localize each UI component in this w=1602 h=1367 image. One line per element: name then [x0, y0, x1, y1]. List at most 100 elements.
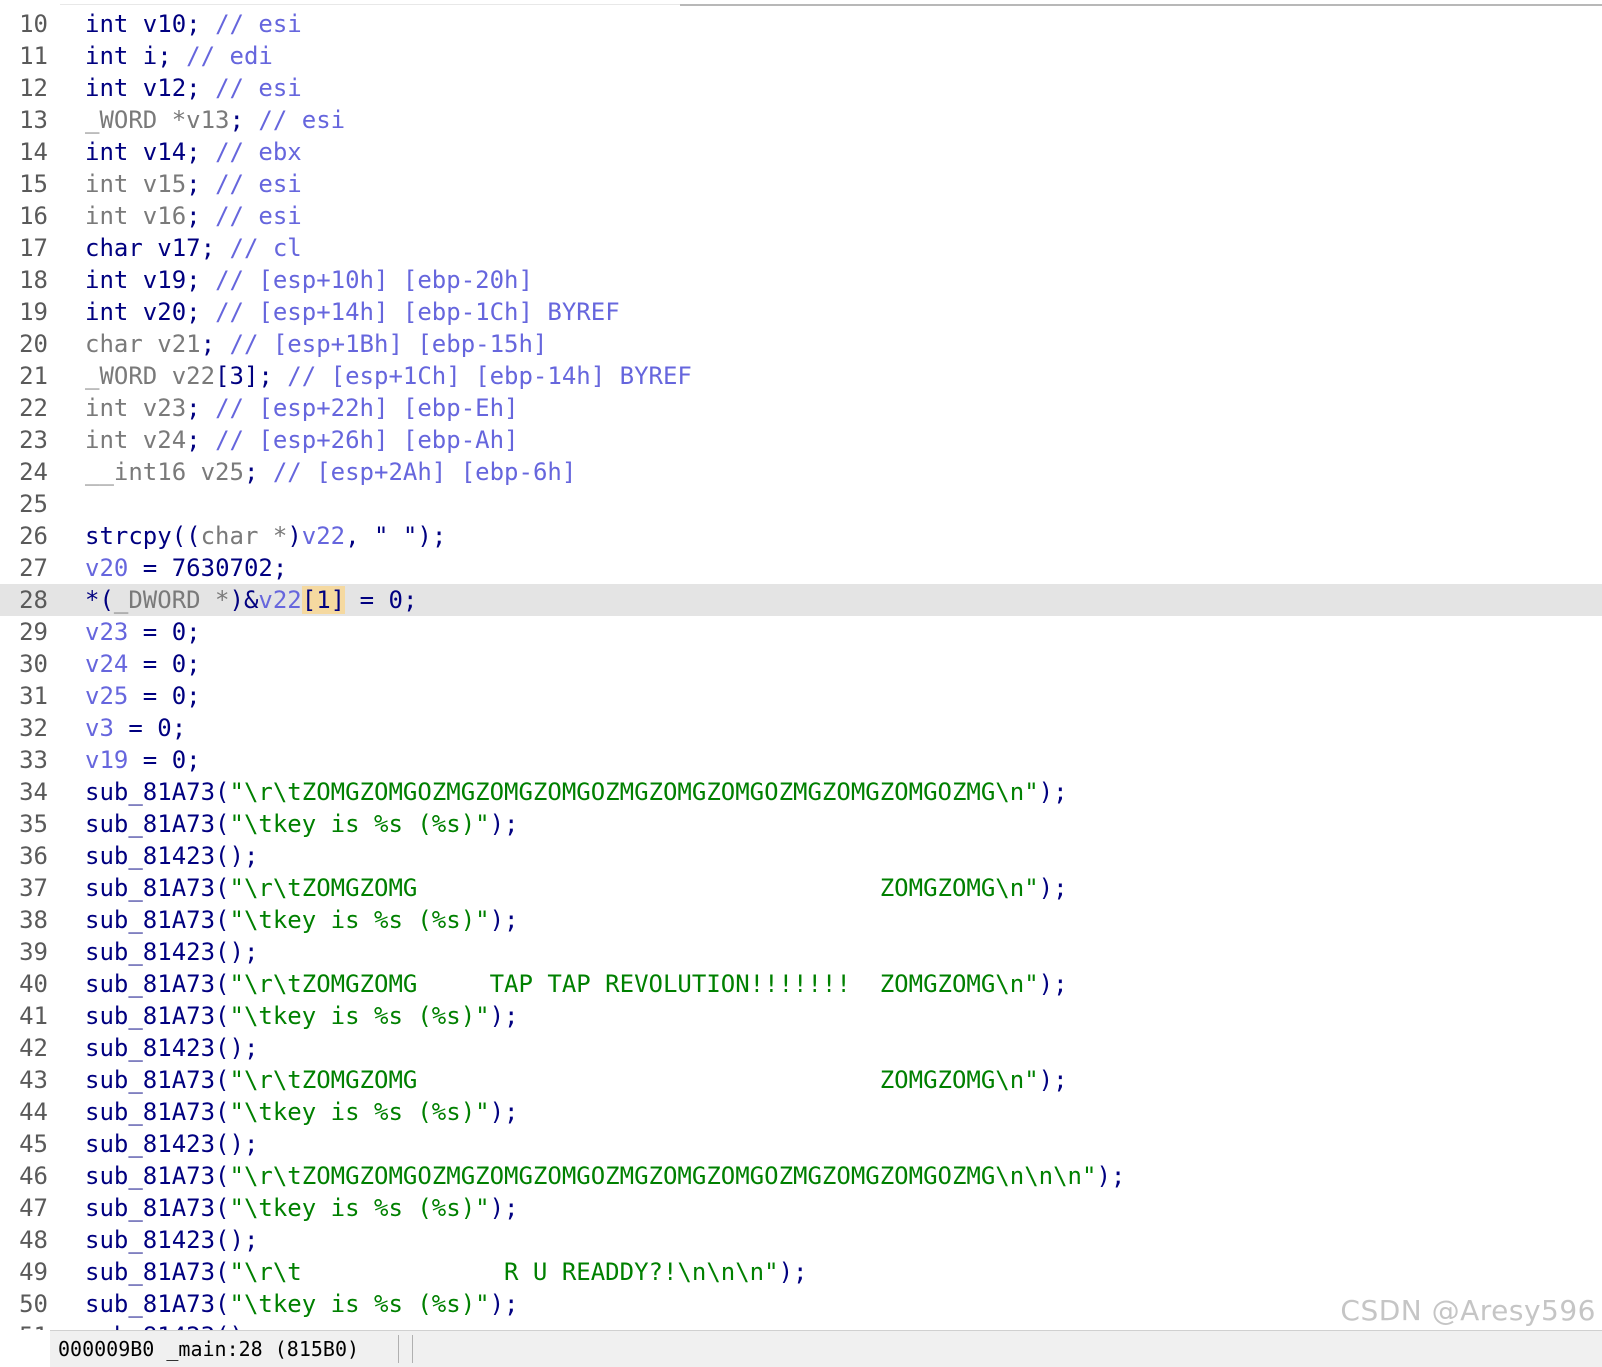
- code-token[interactable]: , " ");: [345, 522, 446, 550]
- code-token[interactable]: // [esp+26h] [ebp-Ah]: [215, 426, 518, 454]
- code-line[interactable]: 27 v20 = 7630702;: [0, 552, 1602, 584]
- line-code[interactable]: int v10; // esi: [85, 8, 302, 40]
- line-code[interactable]: sub_81A73("\r\tZOMGZOMG ZOMGZOMG\n");: [85, 872, 1068, 904]
- code-token[interactable]: sub_81A73: [85, 810, 215, 838]
- line-code[interactable]: v24 = 0;: [85, 648, 201, 680]
- code-token[interactable]: (: [215, 906, 229, 934]
- code-line[interactable]: 16 int v16; // esi: [0, 200, 1602, 232]
- code-token[interactable]: (: [215, 1194, 229, 1222]
- line-code[interactable]: sub_81423();: [85, 840, 258, 872]
- code-token[interactable]: // [esp+1Ch] [ebp-14h] BYREF: [287, 362, 692, 390]
- code-token[interactable]: );: [1096, 1162, 1125, 1190]
- line-code[interactable]: v19 = 0;: [85, 744, 201, 776]
- line-code[interactable]: sub_81A73("\r\tZOMGZOMGOZMGZOMGZOMGOZMGZ…: [85, 1160, 1125, 1192]
- code-token[interactable]: ;: [186, 74, 215, 102]
- code-token[interactable]: sub_81A73: [85, 906, 215, 934]
- line-code[interactable]: *(_DWORD *)&v22[1] = 0;: [85, 584, 417, 616]
- code-token[interactable]: );: [1039, 778, 1068, 806]
- code-token[interactable]: (: [215, 1258, 229, 1286]
- code-token[interactable]: // edi: [186, 42, 273, 70]
- code-token[interactable]: sub_81A73: [85, 1066, 215, 1094]
- code-token[interactable]: ;: [230, 106, 259, 134]
- code-token[interactable]: // [esp+1Bh] [ebp-15h]: [230, 330, 548, 358]
- code-line[interactable]: 33 v19 = 0;: [0, 744, 1602, 776]
- code-token[interactable]: ;: [186, 618, 200, 646]
- code-token[interactable]: sub_81A73: [85, 1098, 215, 1126]
- line-code[interactable]: int v24; // [esp+26h] [ebp-Ah]: [85, 424, 519, 456]
- code-line[interactable]: 11 int i; // edi: [0, 40, 1602, 72]
- code-token[interactable]: (: [215, 778, 229, 806]
- code-token[interactable]: sub_81A73: [85, 1258, 215, 1286]
- code-token[interactable]: // esi: [258, 106, 345, 134]
- code-token[interactable]: "\r\tZOMGZOMGOZMGZOMGZOMGOZMGZOMGZOMGOZM…: [230, 1162, 1097, 1190]
- code-token[interactable]: ;: [186, 202, 215, 230]
- code-token[interactable]: int: [85, 10, 128, 38]
- code-token[interactable]: "\r\tZOMGZOMG TAP TAP REVOLUTION!!!!!!! …: [230, 970, 1039, 998]
- line-code[interactable]: _WORD v22[3]; // [esp+1Ch] [ebp-14h] BYR…: [85, 360, 692, 392]
- code-line[interactable]: 25: [0, 488, 1602, 520]
- code-token[interactable]: ;: [186, 682, 200, 710]
- line-code[interactable]: sub_81423();: [85, 1224, 258, 1256]
- code-token[interactable]: // esi: [215, 10, 302, 38]
- line-code[interactable]: sub_81A73("\r\t R U READDY?!\n\n\n");: [85, 1256, 807, 1288]
- line-code[interactable]: v20 = 7630702;: [85, 552, 287, 584]
- code-token[interactable]: sub_81423: [85, 938, 215, 966]
- line-code[interactable]: v25 = 0;: [85, 680, 201, 712]
- code-token[interactable]: v20: [85, 554, 128, 582]
- line-code[interactable]: sub_81A73("\r\tZOMGZOMG ZOMGZOMG\n");: [85, 1064, 1068, 1096]
- code-line[interactable]: 46 sub_81A73("\r\tZOMGZOMGOZMGZOMGZOMGOZM…: [0, 1160, 1602, 1192]
- code-line[interactable]: 19 int v20; // [esp+14h] [ebp-1Ch] BYREF: [0, 296, 1602, 328]
- code-token[interactable]: [1]: [301, 586, 346, 614]
- line-code[interactable]: sub_81A73("\tkey is %s (%s)");: [85, 1096, 519, 1128]
- code-line[interactable]: 45 sub_81423();: [0, 1128, 1602, 1160]
- code-token[interactable]: (: [215, 970, 229, 998]
- code-token[interactable]: sub_81423: [85, 842, 215, 870]
- code-token[interactable]: ;: [186, 10, 215, 38]
- line-code[interactable]: v3 = 0;: [85, 712, 186, 744]
- code-token[interactable]: _WORD v22: [85, 362, 215, 390]
- code-line[interactable]: 40 sub_81A73("\r\tZOMGZOMG TAP TAP REVOLU…: [0, 968, 1602, 1000]
- code-token[interactable]: int: [85, 298, 128, 326]
- code-token[interactable]: // [esp+14h] [ebp-1Ch] BYREF: [215, 298, 620, 326]
- code-token[interactable]: ;: [186, 138, 215, 166]
- code-token[interactable]: )&: [230, 586, 259, 614]
- code-token[interactable]: 7630702: [172, 554, 273, 582]
- code-token[interactable]: ();: [215, 1226, 258, 1254]
- code-token[interactable]: v3: [85, 714, 114, 742]
- code-token[interactable]: // ebx: [215, 138, 302, 166]
- code-token[interactable]: ;: [186, 170, 215, 198]
- code-token[interactable]: v25: [85, 682, 128, 710]
- line-code[interactable]: v23 = 0;: [85, 616, 201, 648]
- code-line[interactable]: 38 sub_81A73("\tkey is %s (%s)");: [0, 904, 1602, 936]
- code-token[interactable]: v13: [186, 106, 229, 134]
- line-code[interactable]: int v20; // [esp+14h] [ebp-1Ch] BYREF: [85, 296, 620, 328]
- code-token[interactable]: "\tkey is %s (%s)": [230, 1290, 490, 1318]
- code-token[interactable]: "\r\tZOMGZOMGOZMGZOMGZOMGOZMGZOMGZOMGOZM…: [230, 778, 1039, 806]
- code-token[interactable]: );: [490, 1098, 519, 1126]
- code-token[interactable]: ;: [186, 650, 200, 678]
- code-line[interactable]: 37 sub_81A73("\r\tZOMGZOMG ZOMGZOMG\n");: [0, 872, 1602, 904]
- code-line[interactable]: 18 int v19; // [esp+10h] [ebp-20h]: [0, 264, 1602, 296]
- code-token[interactable]: ();: [215, 1034, 258, 1062]
- code-token[interactable]: sub_81A73: [85, 1194, 215, 1222]
- code-token[interactable]: 0: [172, 682, 186, 710]
- code-line[interactable]: 34 sub_81A73("\r\tZOMGZOMGOZMGZOMGZOMGOZM…: [0, 776, 1602, 808]
- code-line[interactable]: 12 int v12; // esi: [0, 72, 1602, 104]
- line-code[interactable]: sub_81423();: [85, 1128, 258, 1160]
- code-line[interactable]: 41 sub_81A73("\tkey is %s (%s)");: [0, 1000, 1602, 1032]
- code-token[interactable]: v22: [302, 522, 345, 550]
- code-token[interactable]: ): [287, 522, 301, 550]
- line-code[interactable]: char v21; // [esp+1Bh] [ebp-15h]: [85, 328, 547, 360]
- code-line[interactable]: 10 int v10; // esi: [0, 8, 1602, 40]
- code-token[interactable]: (: [215, 1002, 229, 1030]
- code-token[interactable]: // [esp+10h] [ebp-20h]: [215, 266, 533, 294]
- code-token[interactable]: ;: [172, 714, 186, 742]
- code-token[interactable]: int v15: [85, 170, 186, 198]
- code-token[interactable]: // [esp+22h] [ebp-Eh]: [215, 394, 518, 422]
- code-line[interactable]: 23 int v24; // [esp+26h] [ebp-Ah]: [0, 424, 1602, 456]
- code-token[interactable]: int: [85, 74, 128, 102]
- code-token[interactable]: ;: [186, 266, 215, 294]
- code-token[interactable]: int v23: [85, 394, 186, 422]
- code-token[interactable]: ;: [186, 426, 215, 454]
- line-code[interactable]: sub_81423();: [85, 936, 258, 968]
